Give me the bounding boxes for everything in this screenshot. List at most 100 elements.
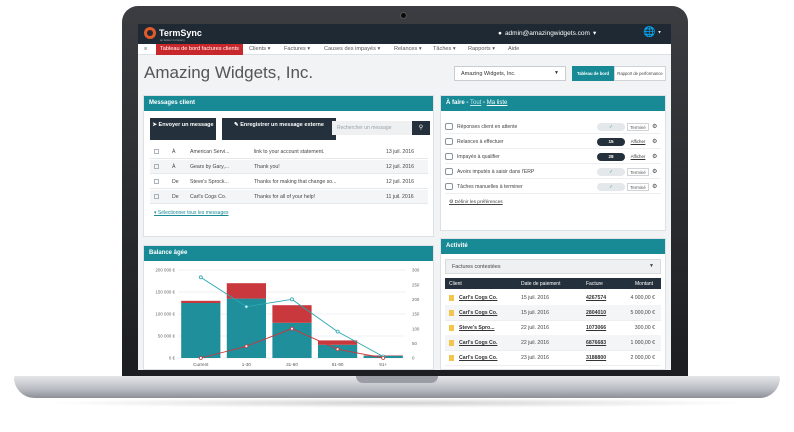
todo-row[interactable]: Avoirs imputés à saisir dans l'ERP ✓ Ter… (445, 165, 661, 179)
table-row[interactable]: Steve's Spro... 22 juil. 2016 1073066 30… (445, 320, 661, 336)
messages-panel-title: Messages client (144, 96, 433, 111)
activity-filter-select[interactable]: Factures contestées ▼ (445, 259, 661, 274)
table-row[interactable]: Carl's Cogs Co. 15 juil. 2016 4267574 4 … (445, 290, 661, 306)
client-link[interactable]: Carl's Cogs Co. (459, 340, 497, 346)
todo-show-link[interactable]: Afficher (627, 138, 649, 146)
client-link[interactable]: Carl's Cogs Co. (459, 310, 497, 316)
todo-count: 28 (597, 153, 625, 161)
line-point (198, 275, 203, 280)
gear-icon[interactable]: ⚙ (652, 138, 657, 145)
line-point (290, 297, 294, 302)
file-icon (449, 295, 454, 301)
table-row[interactable]: Carl's Cogs Co. 22 juil. 2016 6876683 1 … (445, 335, 661, 351)
client-link[interactable]: Steve's Spro... (459, 325, 495, 331)
todo-row[interactable]: Impayés à qualifier 28 Afficher ⚙ (445, 150, 661, 164)
todo-panel-header: À faire - Tout - Ma liste (441, 96, 665, 111)
column-header-payment-date[interactable]: Date de paiement (521, 281, 560, 287)
user-icon: ● (498, 29, 502, 37)
nav-tab-dashboard[interactable]: Tableau de bord factures clients (156, 44, 243, 55)
message-row[interactable]: De Carl's Cogs Co. Thanks for all of you… (150, 190, 428, 204)
line-point (381, 356, 386, 360)
todo-label: Relances à effectuer (457, 139, 504, 145)
invoice-link[interactable]: 1073066 (586, 325, 606, 331)
refresh-icon (445, 138, 453, 145)
chevron-down-icon: ▼ (649, 263, 654, 269)
gear-icon[interactable]: ⚙ (652, 168, 657, 175)
send-message-button[interactable]: ➤ Envoyer un message (150, 118, 216, 140)
nav-reminders[interactable]: Relances ▾ (394, 46, 422, 52)
bar-overdue (181, 300, 221, 303)
file-icon (449, 310, 454, 316)
preferences-link[interactable]: ⚙ Définir les préférences (449, 200, 503, 205)
nav-invoices[interactable]: Factures ▾ (284, 46, 310, 52)
todo-row[interactable]: Réponses client en attente ✓ Terminé ⚙ (445, 120, 661, 134)
save-external-message-button[interactable]: ✎ Enregistrer un message externe (222, 118, 336, 140)
x-tick-label: 91+ (379, 362, 387, 367)
chevron-down-icon: ▼ (554, 70, 559, 76)
brand-logo[interactable]: TermSync an Esker company (144, 27, 202, 42)
nav-reports[interactable]: Rapports ▾ (468, 46, 495, 52)
gear-icon[interactable]: ⚙ (652, 153, 657, 160)
row-checkbox[interactable] (154, 179, 159, 184)
column-header-client[interactable]: Client (449, 281, 462, 287)
todo-my-list-link[interactable]: Ma liste (487, 100, 508, 106)
todo-row[interactable]: Tâches manuelles à terminer ✓ Terminé ⚙ (445, 180, 661, 194)
gear-icon[interactable]: ⚙ (652, 183, 657, 190)
company-select[interactable]: Amazing Widgets, Inc. ▼ (454, 66, 566, 81)
row-checkbox[interactable] (154, 194, 159, 199)
message-contact: American Servi... (190, 149, 230, 155)
table-row[interactable]: Carl's Cogs Co. 23 juil. 2016 3188800 2 … (445, 350, 661, 366)
column-header-invoice[interactable]: Facture (586, 281, 603, 287)
nav-disputes[interactable]: Causes des impayés ▾ (324, 46, 380, 52)
activity-filter-value: Factures contestées (452, 264, 501, 270)
nav-tasks[interactable]: Tâches ▾ (433, 46, 456, 52)
activity-title: Activité (441, 239, 665, 254)
todo-label: Avoirs imputés à saisir dans l'ERP (457, 169, 535, 175)
invoice-link[interactable]: 2804010 (586, 310, 606, 316)
todo-all-link[interactable]: Tout (470, 100, 481, 106)
message-row[interactable]: De Steve's Sprock... Thanks for making t… (150, 175, 428, 189)
todo-label: Réponses client en attente (457, 124, 518, 130)
todo-row[interactable]: Relances à effectuer 15 Afficher ⚙ (445, 135, 661, 149)
client-link[interactable]: Carl's Cogs Co. (459, 355, 497, 361)
todo-done-button[interactable]: Terminé (627, 123, 649, 131)
todo-label: Impayés à qualifier (457, 154, 500, 160)
top-bar: TermSync an Esker company ● admin@amazin… (138, 24, 671, 44)
activity-table-header: Client Date de paiement Facture Montant (445, 278, 661, 289)
gear-icon[interactable]: ⚙ (652, 123, 657, 130)
bar-overdue (226, 283, 267, 299)
todo-show-link[interactable]: Afficher (627, 153, 649, 161)
row-checkbox[interactable] (154, 164, 159, 169)
amount: 1 000,00 € (630, 340, 655, 346)
table-row[interactable]: Carl's Cogs Co. 15 juil. 2016 2804010 5 … (445, 305, 661, 321)
invoice-link[interactable]: 3188800 (586, 355, 606, 361)
invoice-link[interactable]: 4267574 (586, 295, 606, 301)
todo-title: À faire (446, 100, 465, 106)
messages-panel: Messages client ➤ Envoyer un message ✎ E… (143, 95, 434, 237)
dashboard-button[interactable]: Tableau de bord (572, 66, 614, 81)
invoice-link[interactable]: 6876683 (586, 340, 606, 346)
preferences-label: Définir les préférences (454, 200, 503, 205)
y2-tick-label: 0 (412, 356, 415, 361)
message-direction: De (172, 179, 179, 185)
user-menu[interactable]: ● admin@amazingwidgets.com ▾ (498, 29, 596, 38)
language-menu[interactable]: 🌐 ▾ (643, 27, 661, 38)
message-row[interactable]: À Gears by Gary,... Thank you! 12 juil. … (150, 160, 428, 174)
message-row[interactable]: À American Servi... link to your account… (150, 145, 428, 159)
todo-done-button[interactable]: Terminé (627, 183, 649, 191)
nav-help[interactable]: Aide (508, 46, 519, 52)
select-all-messages-link[interactable]: ▾ Sélectionner tous les messages (154, 210, 229, 216)
client-link[interactable]: Carl's Cogs Co. (459, 295, 497, 301)
nav-clients[interactable]: Clients ▾ (249, 46, 270, 52)
todo-done-button[interactable]: Terminé (627, 168, 649, 176)
search-button[interactable]: ⚲ (412, 121, 430, 135)
payment-date: 22 juil. 2016 (521, 325, 549, 331)
menu-icon[interactable]: ≡ (144, 46, 147, 52)
file-icon (449, 355, 454, 361)
message-search-input[interactable]: Rechercher un message (332, 121, 412, 135)
performance-report-button[interactable]: Rapport de performance (614, 66, 666, 81)
message-date: 11 juil. 2016 (386, 194, 414, 200)
row-checkbox[interactable] (154, 149, 159, 154)
amount: 300,00 € (634, 325, 655, 331)
column-header-amount[interactable]: Montant (635, 281, 653, 287)
